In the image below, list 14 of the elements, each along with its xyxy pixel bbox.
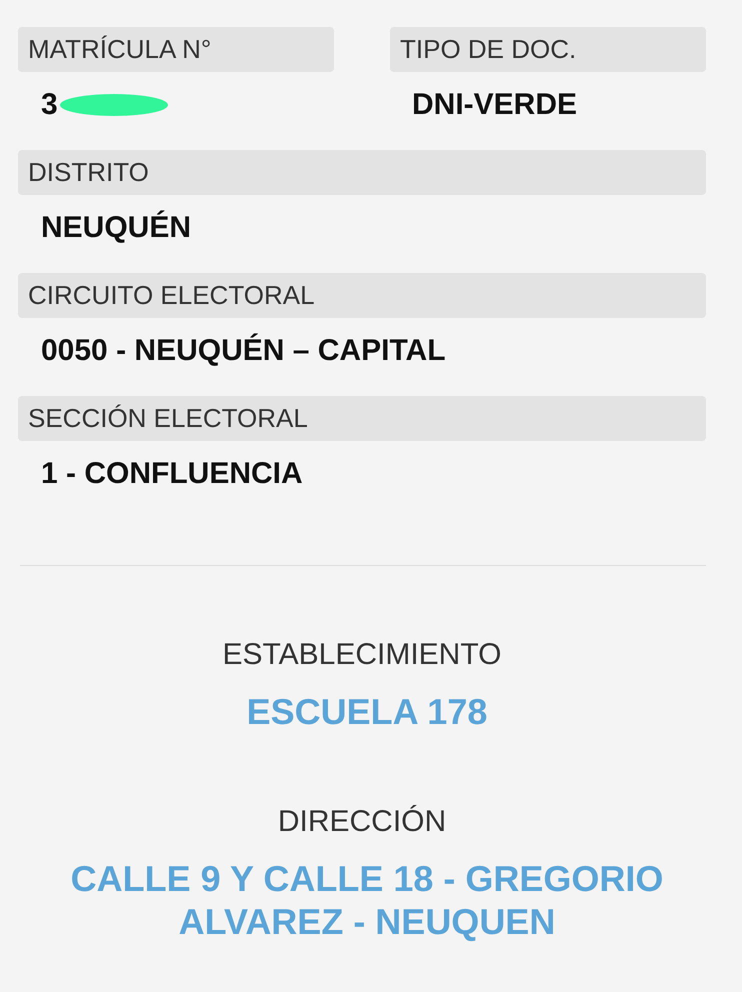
field-value: DNI-VERDE <box>412 88 578 122</box>
field-label: MATRÍCULA N° <box>18 27 334 72</box>
field-value: 0050 - NEUQUÉN – CAPITAL <box>41 334 446 368</box>
section-value: CALLE 9 Y CALLE 18 - GREGORIO ALVAREZ - NEUQUEN <box>70 857 664 944</box>
section-heading: DIRECCIÓN <box>276 805 448 840</box>
field-label: TIPO DE DOC. <box>390 27 706 72</box>
field-value: NEUQUÉN <box>41 211 192 245</box>
field-value: 1 - CONFLUENCIA <box>41 457 303 491</box>
field-value: 3 <box>41 88 58 122</box>
section-value: ESCUELA 178 <box>246 690 488 734</box>
section-heading: ESTABLECIMIENTO <box>222 638 502 672</box>
field-label: SECCIÓN ELECTORAL <box>18 396 706 441</box>
field-label: CIRCUITO ELECTORAL <box>18 273 706 318</box>
field-label: DISTRITO <box>18 150 706 195</box>
